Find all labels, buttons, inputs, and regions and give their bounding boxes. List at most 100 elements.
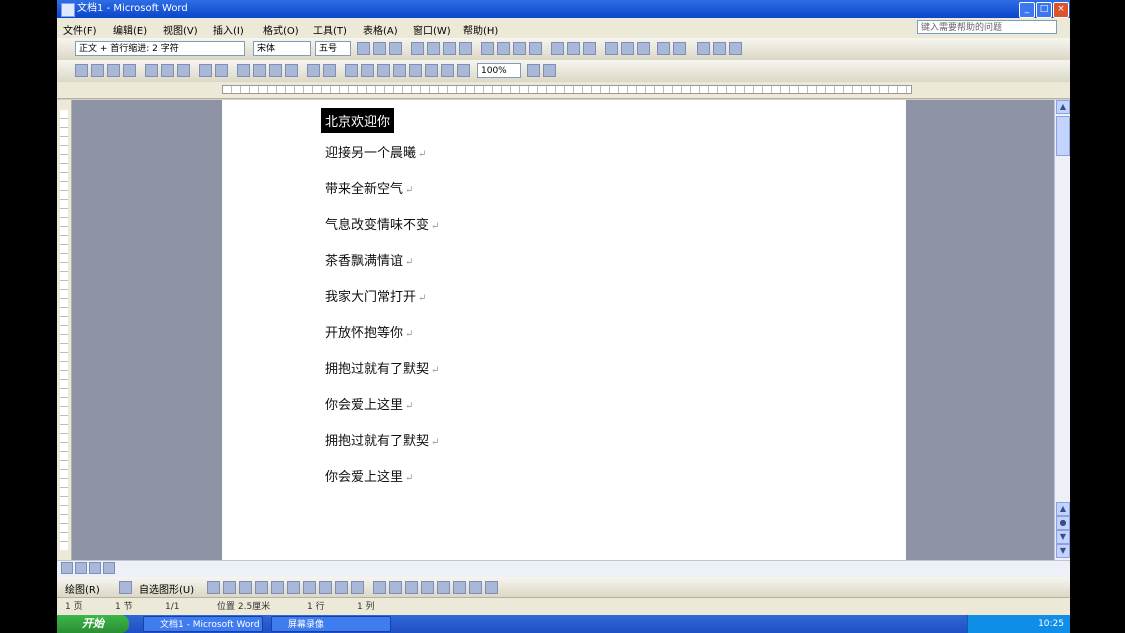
line-style-icon[interactable] xyxy=(421,581,434,594)
highlight-icon[interactable] xyxy=(567,42,580,55)
vertical-textbox-icon[interactable] xyxy=(287,581,300,594)
char-scale-icon[interactable] xyxy=(637,42,650,55)
normal-view-icon[interactable] xyxy=(61,562,73,574)
select-objects-icon[interactable] xyxy=(119,581,132,594)
menu-insert[interactable]: 插入(I) xyxy=(213,22,244,37)
menu-view[interactable]: 视图(V) xyxy=(163,22,198,37)
insert-table-icon[interactable] xyxy=(377,64,390,77)
hyperlink-icon[interactable] xyxy=(345,64,358,77)
doc-line[interactable]: 我家大门常打开 ↵ xyxy=(325,286,426,305)
decrease-indent-icon[interactable] xyxy=(513,42,526,55)
insert-excel-icon[interactable] xyxy=(393,64,406,77)
char-shading-icon[interactable] xyxy=(621,42,634,55)
menu-help[interactable]: 帮助(H) xyxy=(463,22,498,37)
read-mode-icon[interactable] xyxy=(543,64,556,77)
print-icon[interactable] xyxy=(161,64,174,77)
3d-style-icon[interactable] xyxy=(485,581,498,594)
text-direction-icon[interactable] xyxy=(729,42,742,55)
rectangle-tool-icon[interactable] xyxy=(239,581,252,594)
line-spacing-icon[interactable] xyxy=(697,42,710,55)
dash-style-icon[interactable] xyxy=(437,581,450,594)
doc-line[interactable]: 拥抱过就有了默契 ↵ xyxy=(325,358,439,377)
arrow-tool-icon[interactable] xyxy=(223,581,236,594)
browse-object-icon[interactable]: ● xyxy=(1056,516,1070,530)
columns-toolbar-icon[interactable] xyxy=(409,64,422,77)
menu-edit[interactable]: 编辑(E) xyxy=(113,22,147,37)
justify-icon[interactable] xyxy=(459,42,472,55)
diagram-icon[interactable] xyxy=(319,581,332,594)
web-view-icon[interactable] xyxy=(75,562,87,574)
doc-line[interactable]: 北京欢迎你 xyxy=(321,108,395,133)
vertical-scrollbar[interactable]: ▲ ▲ ● ▼ ▼ xyxy=(1054,100,1070,560)
oval-tool-icon[interactable] xyxy=(255,581,268,594)
start-button[interactable]: 开始 xyxy=(57,615,129,633)
bullets-icon[interactable] xyxy=(497,42,510,55)
scroll-thumb[interactable] xyxy=(1056,116,1070,156)
char-border-icon[interactable] xyxy=(605,42,618,55)
undo-icon[interactable] xyxy=(307,64,320,77)
print-layout-icon[interactable] xyxy=(89,562,101,574)
scroll-down-icon[interactable]: ▼ xyxy=(1056,544,1070,558)
document-map-icon[interactable] xyxy=(441,64,454,77)
taskbar-item[interactable]: 屏幕录像 xyxy=(271,616,391,632)
line-tool-icon[interactable] xyxy=(207,581,220,594)
print-preview-icon[interactable] xyxy=(177,64,190,77)
doc-line[interactable]: 迎接另一个晨曦 ↵ xyxy=(325,142,426,161)
format-painter-icon[interactable] xyxy=(285,64,298,77)
underline-icon[interactable] xyxy=(389,42,402,55)
tables-borders-icon[interactable] xyxy=(361,64,374,77)
cut-icon[interactable] xyxy=(237,64,250,77)
fill-color-icon[interactable] xyxy=(373,581,386,594)
doc-line[interactable]: 带来全新空气 ↵ xyxy=(325,178,413,197)
email-icon[interactable] xyxy=(145,64,158,77)
doc-line[interactable]: 开放怀抱等你 ↵ xyxy=(325,322,413,341)
doc-line[interactable]: 气息改变情味不变 ↵ xyxy=(325,214,439,233)
increase-indent-icon[interactable] xyxy=(529,42,542,55)
align-left-icon[interactable] xyxy=(411,42,424,55)
menu-format[interactable]: 格式(O) xyxy=(263,22,299,37)
menu-window[interactable]: 窗口(W) xyxy=(413,22,451,37)
phonetic-icon[interactable] xyxy=(657,42,670,55)
document-page[interactable]: 北京欢迎你 迎接另一个晨曦 ↵ 带来全新空气 ↵ 气息改变情味不变 ↵ 茶香飘满情谊 ↵… xyxy=(222,100,906,565)
help-search-input[interactable]: 键入需要帮助的问题 xyxy=(917,20,1057,34)
doc-line[interactable]: 你会爱上这里 ↵ xyxy=(325,394,413,413)
style-select[interactable]: 正文 + 首行缩进: 2 字符 xyxy=(75,41,245,56)
border-icon[interactable] xyxy=(551,42,564,55)
font-size-select[interactable]: 五号 xyxy=(315,41,351,56)
menu-tools[interactable]: 工具(T) xyxy=(313,22,347,37)
clipart-icon[interactable] xyxy=(335,581,348,594)
scroll-up-icon[interactable]: ▲ xyxy=(1056,100,1070,114)
close-button[interactable]: × xyxy=(1053,2,1069,18)
font-color-icon[interactable] xyxy=(583,42,596,55)
picture-icon[interactable] xyxy=(351,581,364,594)
italic-icon[interactable] xyxy=(373,42,386,55)
draw-font-color-icon[interactable] xyxy=(405,581,418,594)
draw-menu[interactable]: 绘图(R) xyxy=(65,581,100,596)
align-right-icon[interactable] xyxy=(443,42,456,55)
open-icon[interactable] xyxy=(91,64,104,77)
spelling-icon[interactable] xyxy=(199,64,212,77)
align-center-icon[interactable] xyxy=(427,42,440,55)
permission-icon[interactable] xyxy=(123,64,136,77)
copy-icon[interactable] xyxy=(253,64,266,77)
line-color-icon[interactable] xyxy=(389,581,402,594)
paste-icon[interactable] xyxy=(269,64,282,77)
shadow-style-icon[interactable] xyxy=(469,581,482,594)
arrow-style-icon[interactable] xyxy=(453,581,466,594)
new-document-icon[interactable] xyxy=(75,64,88,77)
help-icon[interactable] xyxy=(527,64,540,77)
doc-line[interactable]: 你会爱上这里 ↵ xyxy=(325,466,413,485)
enclose-char-icon[interactable] xyxy=(673,42,686,55)
minimize-button[interactable]: _ xyxy=(1019,2,1035,18)
previous-page-icon[interactable]: ▲ xyxy=(1056,502,1070,516)
numbering-icon[interactable] xyxy=(481,42,494,55)
doc-line[interactable]: 拥抱过就有了默契 ↵ xyxy=(325,430,439,449)
taskbar-item[interactable]: 文档1 - Microsoft Word xyxy=(143,616,263,632)
zoom-select[interactable]: 100% xyxy=(477,63,521,78)
horizontal-scrollbar[interactable] xyxy=(57,560,1070,577)
menu-table[interactable]: 表格(A) xyxy=(363,22,398,37)
doc-line[interactable]: 茶香飘满情谊 ↵ xyxy=(325,250,413,269)
wordart-icon[interactable] xyxy=(303,581,316,594)
font-select[interactable]: 宋体 xyxy=(253,41,311,56)
next-page-icon[interactable]: ▼ xyxy=(1056,530,1070,544)
